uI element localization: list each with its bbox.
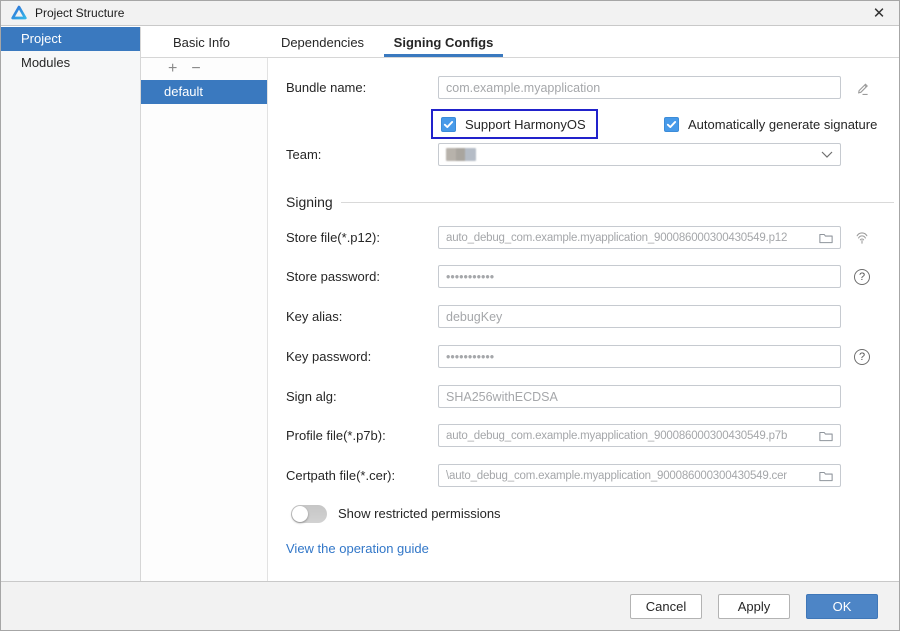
- show-restricted-toggle[interactable]: [291, 505, 327, 523]
- ok-button[interactable]: OK: [806, 593, 878, 619]
- sidebar-item-project[interactable]: Project: [1, 27, 140, 51]
- cancel-button[interactable]: Cancel: [630, 593, 702, 619]
- help-icon[interactable]: ?: [852, 267, 872, 287]
- store-password-label: Store password:: [286, 269, 380, 284]
- edit-icon[interactable]: [852, 78, 872, 98]
- team-label: Team:: [286, 147, 322, 162]
- main-lower: + − default Bundle name: com.example.mya…: [141, 58, 899, 581]
- auto-signature-label: Automatically generate signature: [688, 116, 878, 132]
- team-select[interactable]: [438, 143, 841, 166]
- key-alias-value: debugKey: [446, 309, 503, 324]
- config-list-toolbar: + −: [141, 58, 267, 80]
- sidebar-item-modules[interactable]: Modules: [1, 51, 140, 75]
- auto-signature-group[interactable]: Automatically generate signature: [664, 109, 877, 139]
- key-alias-field[interactable]: debugKey: [438, 305, 841, 328]
- profile-file-label: Profile file(*.p7b):: [286, 428, 386, 443]
- folder-icon[interactable]: [819, 232, 833, 244]
- show-restricted-row: Show restricted permissions: [268, 501, 899, 527]
- folder-icon[interactable]: [819, 470, 833, 482]
- certpath-file-row: Certpath file(*.cer): \auto_debug_com.ex…: [268, 464, 899, 488]
- bundle-name-field[interactable]: com.example.myapplication: [438, 76, 841, 99]
- apply-button[interactable]: Apply: [718, 593, 790, 619]
- folder-icon[interactable]: [819, 430, 833, 442]
- show-restricted-label: Show restricted permissions: [338, 506, 501, 521]
- certpath-file-value: \auto_debug_com.example.myapplication_90…: [446, 469, 787, 482]
- sign-alg-row: Sign alg: SHA256withECDSA: [268, 385, 899, 409]
- key-password-row: Key password: ••••••••••• ?: [268, 345, 899, 369]
- support-harmonyos-label: Support HarmonyOS: [465, 116, 586, 132]
- store-file-label: Store file(*.p12):: [286, 230, 380, 245]
- checkbox-row: Support HarmonyOS Automatically generate…: [268, 109, 899, 141]
- store-password-value: •••••••••••: [446, 269, 495, 284]
- key-alias-label: Key alias:: [286, 309, 343, 324]
- team-redacted-value: [446, 148, 476, 161]
- key-password-label: Key password:: [286, 349, 372, 364]
- remove-config-button[interactable]: −: [191, 61, 200, 77]
- project-structure-dialog: Project Structure ✕ Project Modules Basi…: [0, 0, 900, 631]
- tab-signing-configs[interactable]: Signing Configs: [383, 27, 504, 57]
- add-config-button[interactable]: +: [168, 61, 177, 77]
- store-file-value: auto_debug_com.example.myapplication_900…: [446, 231, 788, 244]
- store-file-field[interactable]: auto_debug_com.example.myapplication_900…: [438, 226, 841, 249]
- profile-file-field[interactable]: auto_debug_com.example.myapplication_900…: [438, 424, 841, 447]
- sign-alg-field[interactable]: SHA256withECDSA: [438, 385, 841, 408]
- support-harmonyos-group[interactable]: Support HarmonyOS: [431, 109, 598, 139]
- dialog-body: Project Modules Basic Info Dependencies …: [1, 27, 899, 581]
- dialog-title: Project Structure: [35, 6, 125, 20]
- team-row: Team:: [268, 143, 899, 167]
- operation-guide-link[interactable]: View the operation guide: [286, 541, 429, 556]
- sign-alg-label: Sign alg:: [286, 389, 337, 404]
- certpath-file-field[interactable]: \auto_debug_com.example.myapplication_90…: [438, 464, 841, 487]
- signing-config-form: Bundle name: com.example.myapplication S…: [268, 58, 899, 581]
- help-icon[interactable]: ?: [852, 347, 872, 367]
- bundle-name-label: Bundle name:: [286, 80, 367, 95]
- toggle-knob: [292, 506, 308, 522]
- deveco-studio-logo-icon: [11, 5, 27, 21]
- signing-section-title: Signing: [286, 194, 333, 210]
- sign-alg-value: SHA256withECDSA: [446, 389, 558, 404]
- tab-dependencies[interactable]: Dependencies: [262, 27, 383, 57]
- config-item-default[interactable]: default: [141, 80, 267, 104]
- guide-link-row: View the operation guide: [286, 540, 429, 558]
- support-harmonyos-checkbox[interactable]: [441, 116, 456, 132]
- certpath-file-label: Certpath file(*.cer):: [286, 468, 396, 483]
- footer-bar: Cancel Apply OK: [1, 581, 899, 630]
- bundle-name-value: com.example.myapplication: [446, 80, 601, 95]
- signing-config-list: + − default: [141, 58, 268, 581]
- close-icon[interactable]: ✕: [869, 3, 889, 23]
- profile-file-row: Profile file(*.p7b): auto_debug_com.exam…: [268, 424, 899, 448]
- title-bar: Project Structure ✕: [1, 1, 899, 26]
- section-divider: [341, 202, 894, 203]
- store-password-row: Store password: ••••••••••• ?: [268, 265, 899, 289]
- bundle-name-row: Bundle name: com.example.myapplication: [268, 76, 899, 100]
- profile-file-value: auto_debug_com.example.myapplication_900…: [446, 429, 788, 442]
- main-pane: Basic Info Dependencies Signing Configs …: [141, 27, 899, 581]
- left-nav: Project Modules: [1, 27, 141, 581]
- tab-basic-info[interactable]: Basic Info: [141, 27, 262, 57]
- key-password-value: •••••••••••: [446, 349, 495, 364]
- key-password-field[interactable]: •••••••••••: [438, 345, 841, 368]
- store-password-field[interactable]: •••••••••••: [438, 265, 841, 288]
- store-file-row: Store file(*.p12): auto_debug_com.exampl…: [268, 226, 899, 250]
- key-alias-row: Key alias: debugKey: [268, 305, 899, 329]
- auto-signature-checkbox[interactable]: [664, 116, 679, 132]
- tab-bar: Basic Info Dependencies Signing Configs: [141, 27, 899, 58]
- fingerprint-icon[interactable]: [852, 228, 872, 248]
- chevron-down-icon[interactable]: [821, 151, 833, 158]
- signing-section-header: Signing: [268, 192, 899, 212]
